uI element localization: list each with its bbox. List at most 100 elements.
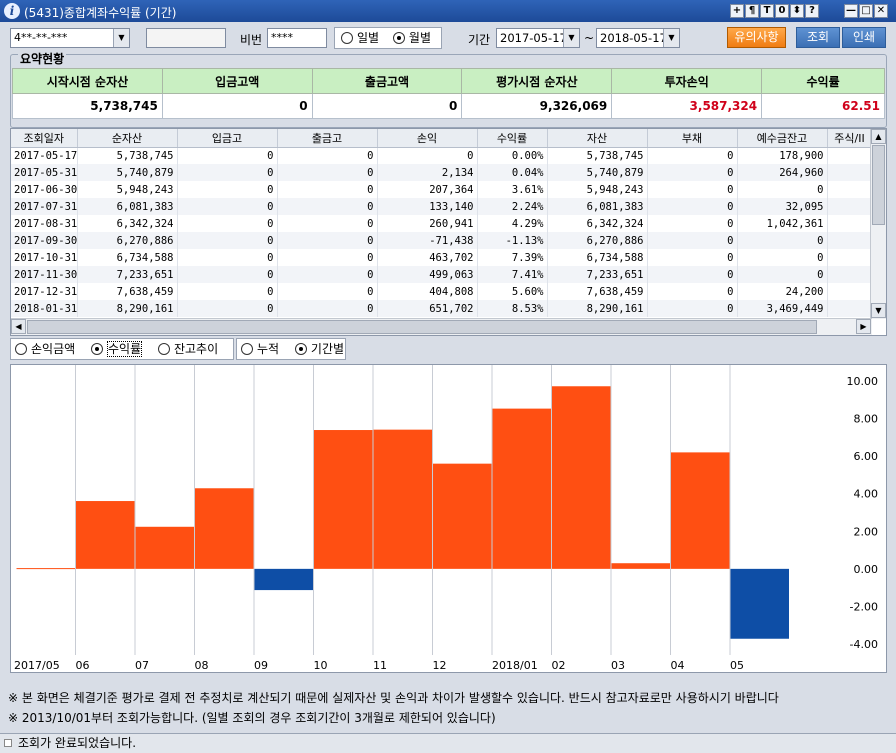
data-grid[interactable]: 조회일자 순자산 입금고 출금고 손익 수익률 자산 부채 예수금잔고 주식/II 2017-05… bbox=[10, 128, 887, 336]
table-row[interactable]: 2017-05-31 5,740,879 0 0 2,134 0.04% 5,740,879… bbox=[11, 164, 873, 181]
grid-cell: 651,702 bbox=[377, 300, 478, 317]
chart-bar bbox=[611, 563, 670, 569]
grid-column-header[interactable]: 순자산 bbox=[77, 129, 178, 148]
grid-cell: 463,702 bbox=[377, 249, 478, 266]
grid-cell: 2017-09-30 bbox=[11, 232, 78, 249]
period-daily-radio[interactable]: 일별 bbox=[341, 31, 379, 45]
grid-cell: 0 bbox=[647, 232, 738, 249]
chart-metric-group: 손익금액 수익률 잔고추이 bbox=[10, 338, 234, 360]
y-tick-label: -2.00 bbox=[850, 600, 878, 613]
grid-cell: 0 bbox=[737, 266, 828, 283]
table-row[interactable]: 2017-07-31 6,081,383 0 0 133,140 2.24% 6,081,3… bbox=[11, 198, 873, 215]
mode-period-radio[interactable]: 기간별 bbox=[294, 339, 344, 359]
chart-bar bbox=[76, 501, 135, 569]
mode-cumulative-radio[interactable]: 누적 bbox=[241, 339, 279, 359]
query-button[interactable]: 조회 bbox=[796, 27, 840, 48]
reset-icon[interactable]: 0 bbox=[775, 4, 789, 18]
metric-balance-radio[interactable]: 잔고추이 bbox=[157, 339, 218, 359]
table-row[interactable]: 2017-08-31 6,342,324 0 0 260,941 4.29% 6,342,3… bbox=[11, 215, 873, 232]
scroll-left-icon[interactable]: ◀ bbox=[11, 319, 26, 334]
pin-icon[interactable]: ¶ bbox=[745, 4, 759, 18]
grid-cell: 8.53% bbox=[477, 300, 548, 317]
table-row[interactable]: 2017-06-30 5,948,243 0 0 207,364 3.61% 5,948,2… bbox=[11, 181, 873, 198]
return-chart: 10.00 8.00 6.00 4.00 2.00 0.00 -2.00 -4.00 2017/… bbox=[10, 364, 887, 673]
grid-cell: 0 bbox=[277, 147, 378, 164]
grid-column-header[interactable]: 입금고 bbox=[177, 129, 278, 148]
summary-header: 입금고액 bbox=[161, 68, 313, 94]
help-icon[interactable]: ? bbox=[805, 4, 819, 18]
font-icon[interactable]: T bbox=[760, 4, 774, 18]
horizontal-scrollbar[interactable]: ◀ ▶ bbox=[11, 318, 872, 335]
table-row[interactable]: 2017-11-30 7,233,651 0 0 499,063 7.41% 7,233,6… bbox=[11, 266, 873, 283]
chevron-down-icon[interactable]: ▼ bbox=[113, 29, 129, 47]
grid-cell: 0 bbox=[277, 198, 378, 215]
grid-cell: 0 bbox=[737, 249, 828, 266]
grid-cell: 7.41% bbox=[477, 266, 548, 283]
metric-pnl-radio[interactable]: 손익금액 bbox=[15, 339, 75, 359]
grid-cell: 404,808 bbox=[377, 283, 478, 300]
password-input[interactable]: **** bbox=[267, 28, 327, 48]
table-row[interactable]: 2017-12-31 7,638,459 0 0 404,808 5.60% 7,638,4… bbox=[11, 283, 873, 300]
x-tick-label: 09 bbox=[254, 659, 268, 672]
account-select[interactable]: 4**-**-*** ▼ bbox=[10, 28, 130, 48]
grid-column-header[interactable]: 손익 bbox=[377, 129, 478, 148]
period-monthly-radio[interactable]: 월별 bbox=[392, 31, 431, 45]
window-title: (5431)종합계좌수익률 (기간) bbox=[24, 6, 177, 20]
grid-cell: 0 bbox=[177, 198, 278, 215]
grid-cell: 6,342,324 bbox=[547, 215, 648, 232]
grid-column-header[interactable]: 예수금잔고 bbox=[737, 129, 828, 148]
grid-cell: 7,638,459 bbox=[547, 283, 648, 300]
grid-column-header[interactable]: 수익률 bbox=[477, 129, 548, 148]
calendar-dropdown-icon[interactable]: ▼ bbox=[563, 29, 579, 47]
scroll-right-icon[interactable]: ▶ bbox=[856, 319, 871, 334]
table-row[interactable]: 2017-10-31 6,734,588 0 0 463,702 7.39% 6,734,5… bbox=[11, 249, 873, 266]
start-date-picker[interactable]: 2017-05-17 ▼ bbox=[496, 28, 580, 48]
grid-cell: 0 bbox=[277, 300, 378, 317]
vertical-scrollbar[interactable]: ▲ ▼ bbox=[870, 129, 886, 319]
maximize-button[interactable]: □ bbox=[859, 4, 873, 18]
grid-cell: 6,734,588 bbox=[547, 249, 648, 266]
grid-cell: 2018-01-31 bbox=[11, 300, 78, 317]
grid-cell: 0 bbox=[377, 147, 478, 164]
grid-cell: 0 bbox=[647, 164, 738, 181]
grid-column-header[interactable]: 출금고 bbox=[277, 129, 378, 148]
y-tick-label: 4.00 bbox=[854, 488, 879, 501]
grid-cell: 0 bbox=[277, 181, 378, 198]
vertical-scroll-thumb[interactable] bbox=[872, 145, 885, 225]
minimize-button[interactable]: — bbox=[844, 4, 858, 18]
end-date-picker[interactable]: 2018-05-17 ▼ bbox=[596, 28, 680, 48]
table-row[interactable]: 2017-05-17 5,738,745 0 0 0 0.00% 5,738,745 0 178… bbox=[11, 147, 873, 164]
grid-cell: 6,270,886 bbox=[547, 232, 648, 249]
x-tick-label: 12 bbox=[433, 659, 447, 672]
notice-button[interactable]: 유의사항 bbox=[727, 27, 786, 48]
grid-cell: 2017-08-31 bbox=[11, 215, 78, 232]
calendar-dropdown-icon[interactable]: ▼ bbox=[663, 29, 679, 47]
resize-icon[interactable]: ⬍ bbox=[790, 4, 804, 18]
grid-column-header[interactable]: 부채 bbox=[647, 129, 738, 148]
grid-cell: 0 bbox=[647, 249, 738, 266]
status-bar: 조회가 완료되었습니다. bbox=[0, 733, 896, 753]
grid-cell bbox=[827, 198, 873, 215]
total-withdrawal: 0 bbox=[311, 93, 463, 119]
metric-return-radio[interactable]: 수익률 bbox=[91, 339, 143, 359]
grid-cell: 6,342,324 bbox=[77, 215, 178, 232]
grid-cell: 8,290,161 bbox=[77, 300, 178, 317]
y-tick-label: -4.00 bbox=[850, 638, 878, 651]
grid-cell bbox=[827, 249, 873, 266]
grid-column-header[interactable]: 조회일자 bbox=[11, 129, 78, 148]
horizontal-scroll-thumb[interactable] bbox=[27, 320, 817, 334]
scroll-up-icon[interactable]: ▲ bbox=[871, 129, 886, 144]
close-button[interactable]: ✕ bbox=[874, 4, 888, 18]
grid-cell: 5,738,745 bbox=[547, 147, 648, 164]
chart-bar bbox=[492, 408, 551, 569]
scroll-down-icon[interactable]: ▼ bbox=[871, 303, 886, 318]
status-message: 조회가 완료되었습니다. bbox=[18, 736, 137, 750]
grid-column-header[interactable]: 주식/II bbox=[827, 129, 873, 148]
grid-column-header[interactable]: 자산 bbox=[547, 129, 648, 148]
chart-bar bbox=[373, 429, 432, 569]
add-icon[interactable]: + bbox=[730, 4, 744, 18]
table-row[interactable]: 2018-01-31 8,290,161 0 0 651,702 8.53% 8,290,1… bbox=[11, 300, 873, 317]
table-row[interactable]: 2017-09-30 6,270,886 0 0 -71,438 -1.13% 6,270,… bbox=[11, 232, 873, 249]
grid-cell: 0 bbox=[647, 147, 738, 164]
print-button[interactable]: 인쇄 bbox=[842, 27, 886, 48]
